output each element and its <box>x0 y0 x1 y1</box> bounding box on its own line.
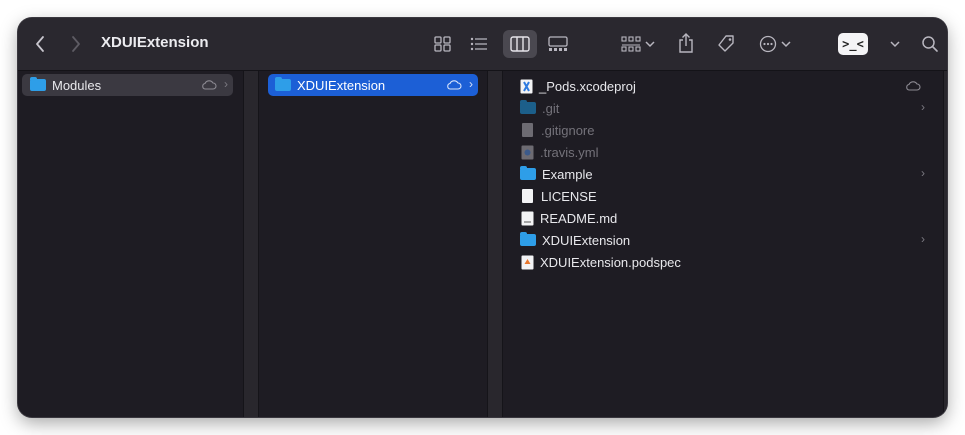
item-label: .travis.yml <box>540 144 599 160</box>
item-label: .gitignore <box>541 122 595 138</box>
item-label: Example <box>542 166 593 182</box>
list-item[interactable]: Example › <box>503 163 937 185</box>
action-button[interactable] <box>756 32 794 56</box>
cloud-icon <box>447 80 462 90</box>
forward-button[interactable] <box>66 34 86 54</box>
list-icon <box>470 37 487 51</box>
share-icon <box>679 33 693 53</box>
chevron-down-icon <box>781 41 791 48</box>
search-icon <box>922 36 938 52</box>
list-item[interactable]: Modules › <box>22 74 233 96</box>
chevron-right-icon <box>72 36 80 52</box>
list-item[interactable]: LICENSE <box>503 185 937 207</box>
folder-icon <box>520 166 536 180</box>
item-label: XDUIExtension.podspec <box>540 254 681 270</box>
columns-icon <box>510 36 530 52</box>
item-label: XDUIExtension <box>297 77 386 93</box>
list-item[interactable]: README.md <box>503 207 937 229</box>
folder-icon <box>275 77 291 91</box>
back-button[interactable] <box>30 34 50 54</box>
column-divider[interactable] <box>943 71 947 417</box>
yml-file-icon <box>521 145 534 159</box>
chevron-right-icon: › <box>921 100 925 114</box>
item-label: XDUIExtension <box>542 232 631 248</box>
list-view-button[interactable] <box>466 32 492 56</box>
chevron-down-icon <box>645 41 655 48</box>
ellipsis-circle-icon <box>759 35 777 53</box>
item-label: README.md <box>540 210 618 226</box>
terminal-app-button[interactable]: >_< <box>838 33 868 55</box>
chevron-down-icon <box>890 41 900 48</box>
group-button[interactable] <box>618 32 658 56</box>
column-divider[interactable] <box>487 71 503 417</box>
cloud-icon <box>202 80 217 90</box>
column-1: Modules › <box>18 71 243 417</box>
window-title: XDUIExtension <box>101 34 209 51</box>
gallery-icon <box>548 36 568 51</box>
item-label: LICENSE <box>541 188 597 204</box>
chevron-right-icon: › <box>921 166 925 180</box>
toolbar: XDUIExtension >_< <box>18 18 947 71</box>
more-toolbar-button[interactable] <box>886 34 904 54</box>
cloud-icon <box>906 81 921 91</box>
search-button[interactable] <box>918 32 942 56</box>
list-item[interactable]: XDUIExtension › <box>268 74 478 96</box>
document-icon <box>522 123 533 137</box>
group-icon <box>621 36 641 52</box>
chevron-right-icon: › <box>469 77 473 91</box>
chevron-right-icon: › <box>921 232 925 246</box>
icon-view-button[interactable] <box>430 32 456 56</box>
item-label: _Pods.xcodeproj <box>539 78 636 94</box>
list-item[interactable]: XDUIExtension › <box>503 229 937 251</box>
document-icon <box>522 189 533 203</box>
finder-window: XDUIExtension >_< Modules › XDUIExtensio… <box>18 18 947 417</box>
folder-icon <box>30 77 46 91</box>
column-browser: Modules › XDUIExtension › _Pods.xcodepro… <box>18 71 947 417</box>
gallery-view-button[interactable] <box>544 32 572 56</box>
share-button[interactable] <box>674 30 698 56</box>
list-item[interactable]: .gitignore <box>503 119 937 141</box>
folder-icon <box>520 100 536 114</box>
xcodeproj-icon <box>520 79 533 93</box>
chevron-left-icon <box>36 36 44 52</box>
folder-icon <box>520 232 536 246</box>
column-3: _Pods.xcodeproj .git › .gitignore .travi… <box>503 71 943 417</box>
list-item[interactable]: .git › <box>503 97 937 119</box>
column-2: XDUIExtension › <box>259 71 487 417</box>
tag-icon <box>718 35 734 52</box>
markdown-file-icon <box>521 211 534 225</box>
podspec-file-icon <box>521 255 534 269</box>
item-label: .git <box>542 100 560 116</box>
column-divider[interactable] <box>243 71 259 417</box>
item-label: Modules <box>52 77 102 93</box>
column-view-button[interactable] <box>503 30 537 58</box>
list-item[interactable]: _Pods.xcodeproj <box>503 75 937 97</box>
grid-icon <box>434 36 451 52</box>
list-item[interactable]: XDUIExtension.podspec <box>503 251 937 273</box>
list-item[interactable]: .travis.yml <box>503 141 937 163</box>
chevron-right-icon: › <box>224 77 228 91</box>
tags-button[interactable] <box>714 32 738 56</box>
